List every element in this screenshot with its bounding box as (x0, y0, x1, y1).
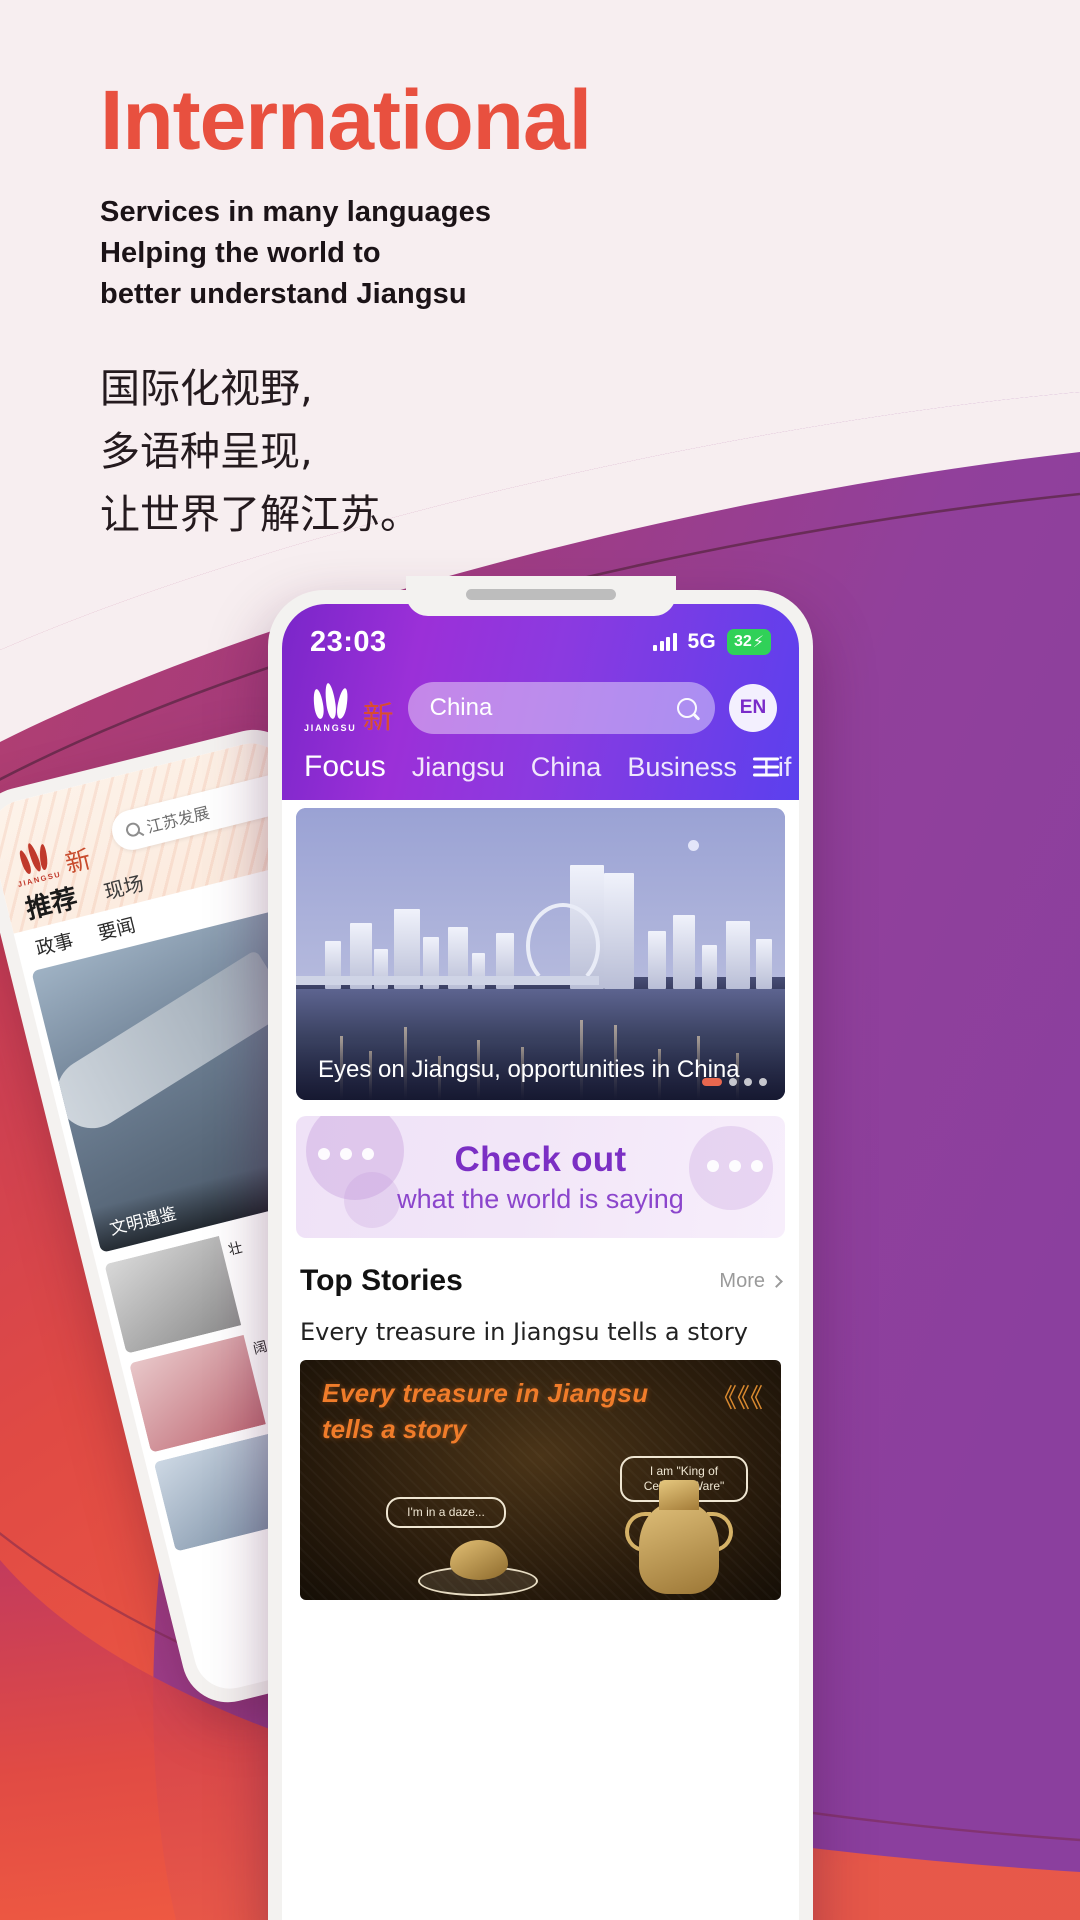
logo-cn-mark: 新 (362, 699, 394, 736)
promo-banner[interactable]: Check out what the world is saying (296, 1116, 785, 1238)
subtitle-line-1: Services in many languages (100, 196, 492, 228)
phone-speaker (465, 589, 616, 600)
article-title-line1: Every treasure in Jiangsu (322, 1378, 649, 1408)
search-value: China (429, 694, 493, 721)
moon-icon (688, 840, 699, 851)
jiangsu-leaf-icon: JIANGSU (304, 682, 357, 733)
foreground-phone-mockup: 23:03 5G 32 ⚡ JIANGSU 新 China EN Focus J… (268, 576, 813, 1920)
subtitle-line-3: better understand Jiangsu (100, 278, 467, 311)
section-title: Top Stories (300, 1264, 463, 1297)
chinese-line-2: 多语种呈现, (100, 428, 313, 475)
promo-subtitle: what the world is saying (397, 1183, 684, 1214)
tab-focus[interactable]: Focus (304, 750, 386, 784)
ellipsis-left-icon (318, 1148, 374, 1160)
signal-bars-icon (653, 633, 677, 651)
bridge-graphic (296, 976, 600, 986)
status-time: 23:03 (310, 625, 387, 658)
hero-caption: Eyes on Jiangsu, opportunities in China (296, 1042, 785, 1100)
subtitle-line-2: Helping the world to (100, 237, 381, 270)
app-header: 23:03 5G 32 ⚡ JIANGSU 新 China EN Focus J… (282, 604, 799, 800)
search-icon (124, 821, 142, 839)
tab-business[interactable]: Business (627, 752, 737, 783)
search-icon[interactable] (677, 698, 697, 718)
back-phone-tab-2[interactable]: 政事 (33, 926, 76, 961)
page-title: International (100, 73, 592, 167)
article-title-line2: tells a story (322, 1414, 467, 1444)
cicada-illustration (418, 1522, 538, 1596)
phone-screen: 23:03 5G 32 ⚡ JIANGSU 新 China EN Focus J… (282, 604, 799, 1920)
search-input[interactable]: China (407, 682, 715, 734)
back-phone-cn-mark: 新 (62, 844, 94, 879)
battery-charging-icon: ⚡ (752, 634, 764, 651)
header-subtitle: Services in many languages Helping the w… (100, 192, 920, 316)
double-chevron-icon: 《《《 (710, 1383, 763, 1413)
language-switch-button[interactable]: EN (729, 684, 777, 732)
battery-level: 32 (733, 633, 752, 650)
network-type-label: 5G (687, 630, 716, 653)
category-tabs[interactable]: Focus Jiangsu China Business Lif (282, 734, 799, 800)
carousel-indicator[interactable] (702, 1078, 767, 1086)
ellipsis-right-icon (707, 1160, 763, 1172)
thumb-image (104, 1235, 242, 1354)
lead-headline[interactable]: Every treasure in Jiangsu tells a story (300, 1318, 781, 1346)
hamburger-menu-icon[interactable] (747, 752, 785, 783)
phone-notch (405, 576, 676, 616)
more-link[interactable]: More (719, 1269, 783, 1293)
chinese-line-3: 让世界了解江苏。 (100, 491, 420, 538)
status-indicators: 5G 32 ⚡ (653, 629, 771, 655)
header-chinese-block: 国际化视野, 多语种呈现, 让世界了解江苏。 (100, 358, 920, 548)
celadon-vase-illustration (625, 1468, 733, 1594)
more-label: More (719, 1269, 765, 1292)
article-card[interactable]: Every treasure in Jiangsu tells a story … (300, 1360, 781, 1600)
airplane-graphic (43, 949, 293, 1142)
chinese-line-1: 国际化视野, (100, 365, 313, 412)
brand-search-row: JIANGSU 新 China EN (282, 668, 799, 734)
top-stories-header: Top Stories More (300, 1264, 783, 1298)
speech-bubble-small-icon (344, 1172, 400, 1228)
back-phone-search-placeholder: 江苏发展 (144, 802, 212, 837)
tab-jiangsu[interactable]: Jiangsu (412, 752, 505, 783)
header-block: International Services in many languages… (100, 78, 920, 547)
app-logo[interactable]: JIANGSU 新 (304, 682, 394, 736)
tab-china[interactable]: China (531, 752, 602, 783)
promo-title: Check out (454, 1139, 627, 1179)
thumb-image (129, 1334, 266, 1453)
battery-badge: 32 ⚡ (726, 629, 771, 655)
hero-carousel-card[interactable]: Eyes on Jiangsu, opportunities in China (296, 808, 785, 1100)
back-phone-tab-1[interactable]: 现场 (101, 867, 147, 905)
logo-wordmark: JIANGSU (304, 723, 357, 733)
back-phone-tab-3[interactable]: 要闻 (95, 910, 138, 945)
chevron-right-icon (770, 1274, 783, 1288)
